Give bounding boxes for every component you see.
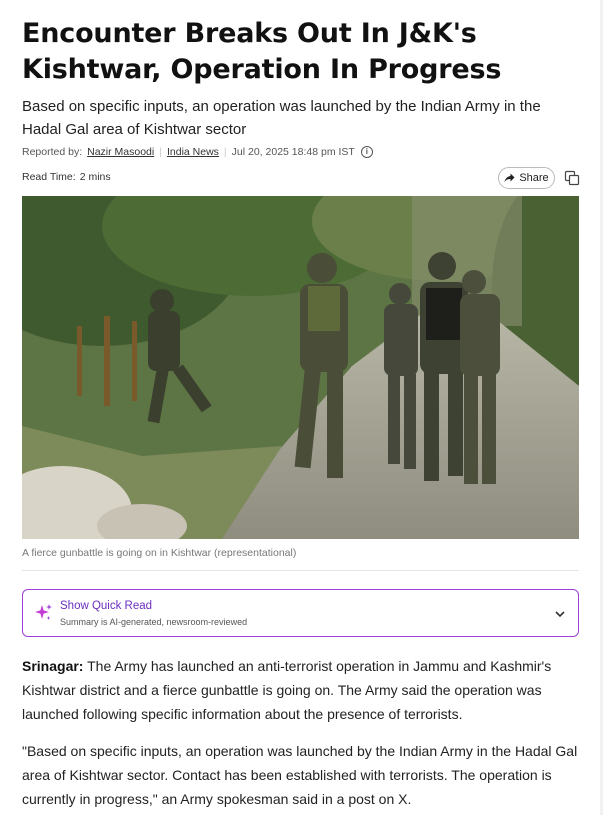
article-headline: Encounter Breaks Out In J&K's Kishtwar, …: [22, 18, 502, 85]
paragraph-text: The Army has launched an anti-terrorist …: [22, 658, 552, 722]
copy-icon[interactable]: [564, 170, 580, 186]
share-button[interactable]: Share: [498, 167, 555, 189]
article-paragraph: Srinagar: The Army has launched an anti-…: [22, 654, 582, 726]
read-time: Read Time: 2 mins: [22, 171, 111, 183]
article-page: Encounter Breaks Out In J&K's Kishtwar, …: [0, 0, 603, 815]
author-link[interactable]: Nazir Masoodi: [87, 146, 154, 158]
divider: [22, 570, 579, 571]
section-link[interactable]: India News: [167, 146, 219, 158]
share-label: Share: [519, 172, 549, 184]
chevron-down-icon: [555, 611, 565, 618]
article-photo: [22, 196, 579, 539]
sparkle-icon: [35, 604, 52, 620]
byline-separator: |: [159, 146, 162, 158]
reported-by-label: Reported by:: [22, 146, 83, 158]
byline-separator: |: [223, 146, 227, 158]
dateline: Srinagar:: [22, 658, 84, 674]
share-icon: [504, 173, 515, 183]
image-caption: A fierce gunbattle is going on in Kishtw…: [22, 547, 297, 559]
byline: Reported by: Nazir Masoodi | India News …: [22, 146, 373, 158]
publish-timestamp: Jul 20, 2025 18:48 pm IST: [231, 146, 355, 158]
quick-read-toggle[interactable]: Show Quick Read Summary is AI-generated,…: [22, 589, 579, 637]
read-time-value: 2 mins: [79, 171, 111, 183]
read-time-label: Read Time:: [22, 171, 76, 183]
quick-read-subtitle: Summary is AI-generated, newsroom-review…: [60, 617, 248, 627]
soldiers-photo-illustration: [22, 196, 579, 539]
article-subheadline: Based on specific inputs, an operation w…: [22, 98, 541, 138]
article-paragraph: "Based on specific inputs, an operation …: [22, 739, 582, 811]
quick-read-title: Show Quick Read: [60, 600, 153, 612]
paragraph-text: "Based on specific inputs, an operation …: [22, 743, 578, 807]
info-icon[interactable]: i: [360, 146, 373, 158]
